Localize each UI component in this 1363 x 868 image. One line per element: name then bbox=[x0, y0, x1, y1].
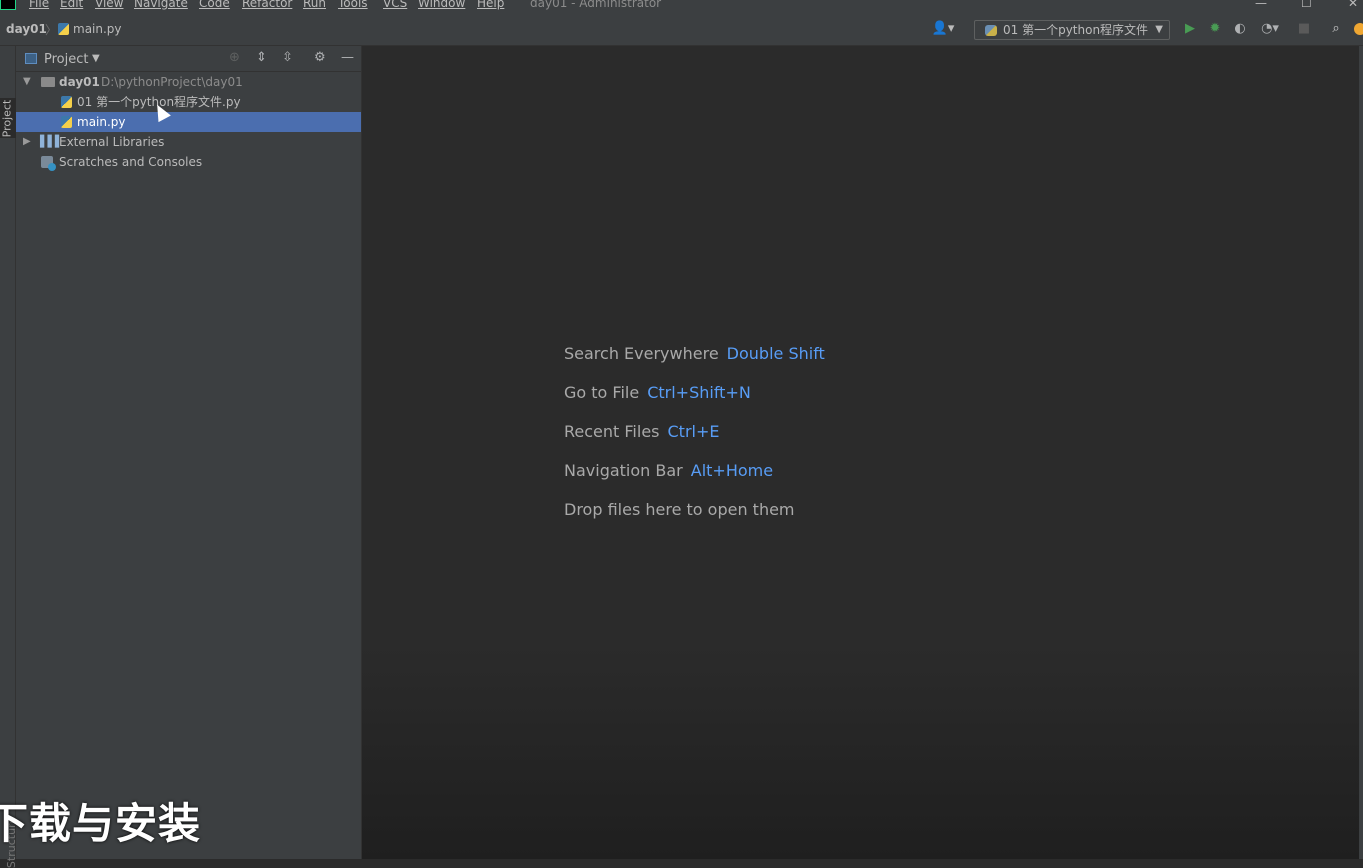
hint-label: Drop files here to open them bbox=[564, 500, 795, 519]
hint-shortcut: Ctrl+E bbox=[667, 422, 720, 441]
hint-label: Recent Files bbox=[564, 422, 660, 441]
scratches-icon bbox=[41, 156, 56, 171]
breadcrumb-separator: 〉 bbox=[45, 23, 58, 37]
hint-label: Search Everywhere bbox=[564, 344, 719, 363]
expand-all-icon[interactable]: ⇕ bbox=[256, 50, 267, 65]
root-folder-path: D:\pythonProject\day01 bbox=[101, 75, 243, 89]
hide-panel-icon[interactable]: — bbox=[341, 50, 354, 65]
video-subtitle: 下载与安装 bbox=[0, 799, 202, 848]
stop-icon[interactable]: ■ bbox=[1296, 19, 1312, 39]
project-tool-tab-label: Project bbox=[0, 99, 14, 138]
menu-refactor[interactable]: Refactor bbox=[242, 0, 292, 11]
collapse-all-icon[interactable]: ⇳ bbox=[282, 50, 293, 65]
left-tool-stripe: Project Structure bbox=[0, 46, 18, 868]
navigation-bar: day01 〉 main.py 👤▾ 01 第一个python程序文件 ▼ ▶ … bbox=[0, 12, 1363, 46]
run-configuration-select[interactable]: 01 第一个python程序文件 ▼ bbox=[974, 20, 1170, 40]
hint-shortcut: Alt+Home bbox=[690, 461, 774, 480]
update-icon[interactable] bbox=[1354, 23, 1363, 35]
gear-icon[interactable]: ⚙ bbox=[314, 50, 326, 65]
library-icon: ▌▌▌ bbox=[40, 135, 63, 148]
editor-area[interactable]: Search Everywhere Double Shift Go to File… bbox=[362, 46, 1363, 859]
python-file-icon bbox=[61, 96, 72, 108]
profile-icon[interactable]: ◔▾ bbox=[1256, 19, 1284, 39]
python-config-icon bbox=[985, 25, 997, 36]
menu-run[interactable]: Run bbox=[303, 0, 326, 11]
breadcrumb-root[interactable]: day01 bbox=[6, 22, 47, 36]
breadcrumb-file-label: main.py bbox=[73, 22, 122, 36]
project-view-selector[interactable]: Project bbox=[44, 52, 88, 67]
hint-go-to-file: Go to File Ctrl+Shift+N bbox=[564, 383, 751, 402]
right-tool-stripe bbox=[1359, 46, 1363, 859]
close-button[interactable]: ✕ bbox=[1348, 0, 1358, 10]
run-icon[interactable]: ▶ bbox=[1182, 19, 1198, 39]
hint-search-everywhere: Search Everywhere Double Shift bbox=[564, 344, 825, 363]
scratches-label: Scratches and Consoles bbox=[59, 155, 203, 169]
hint-recent-files: Recent Files Ctrl+E bbox=[564, 422, 719, 441]
project-panel-header: Project ▼ ⊕ ⇕ ⇳ ⚙ — bbox=[16, 46, 361, 72]
hint-shortcut: Double Shift bbox=[726, 344, 825, 363]
python-file-icon bbox=[58, 23, 69, 35]
pycharm-logo-icon bbox=[0, 0, 16, 10]
maximize-button[interactable]: ☐ bbox=[1301, 0, 1312, 10]
menu-view[interactable]: View bbox=[95, 0, 123, 11]
chevron-down-icon[interactable]: ▼ bbox=[23, 72, 31, 92]
chevron-down-icon: ▼ bbox=[1155, 24, 1163, 35]
project-tool-tab[interactable]: Project bbox=[0, 98, 16, 138]
menu-bar: File Edit View Navigate Code Refactor Ru… bbox=[0, 0, 1363, 12]
menu-navigate[interactable]: Navigate bbox=[134, 0, 188, 11]
minimize-button[interactable]: — bbox=[1255, 0, 1267, 10]
tree-item-root[interactable]: ▼ day01 D:\pythonProject\day01 bbox=[16, 72, 361, 92]
menu-code[interactable]: Code bbox=[199, 0, 230, 11]
chevron-right-icon[interactable]: ▶ bbox=[23, 132, 31, 152]
python-file-icon bbox=[61, 116, 72, 128]
menu-tools[interactable]: Tools bbox=[338, 0, 368, 11]
menu-edit[interactable]: Edit bbox=[60, 0, 83, 11]
hint-shortcut: Ctrl+Shift+N bbox=[647, 383, 751, 402]
tree-item-external-libraries[interactable]: ▶ ▌▌▌ External Libraries bbox=[16, 132, 361, 152]
menu-file[interactable]: File bbox=[29, 0, 49, 11]
project-panel: Project ▼ ⊕ ⇕ ⇳ ⚙ — ▼ day01 D:\pythonPro… bbox=[16, 46, 362, 859]
chevron-down-icon[interactable]: ▼ bbox=[92, 53, 100, 64]
debug-icon[interactable]: ✹ bbox=[1207, 19, 1223, 39]
hint-label: Navigation Bar bbox=[564, 461, 683, 480]
root-folder-name: day01 bbox=[59, 75, 100, 89]
tree-item-scratches[interactable]: Scratches and Consoles bbox=[16, 152, 361, 172]
menu-help[interactable]: Help bbox=[477, 0, 504, 11]
project-view-icon bbox=[25, 53, 37, 64]
external-libraries-label: External Libraries bbox=[59, 135, 165, 149]
breadcrumb-file[interactable]: main.py bbox=[58, 22, 122, 36]
search-icon[interactable]: ⌕ bbox=[1328, 19, 1344, 39]
run-configuration-label: 01 第一个python程序文件 bbox=[1003, 23, 1149, 37]
tree-item-file-selected[interactable]: main.py bbox=[16, 112, 361, 132]
tree-item-file[interactable]: 01 第一个python程序文件.py bbox=[16, 92, 361, 112]
coverage-icon[interactable]: ◐ bbox=[1232, 19, 1248, 39]
menu-vcs[interactable]: VCS bbox=[383, 0, 407, 11]
hint-navigation-bar: Navigation Bar Alt+Home bbox=[564, 461, 773, 480]
hint-label: Go to File bbox=[564, 383, 640, 402]
menu-window[interactable]: Window bbox=[418, 0, 465, 11]
user-icon[interactable]: 👤▾ bbox=[930, 19, 956, 39]
window-title: day01 - Administrator bbox=[530, 0, 662, 10]
hint-drop-files: Drop files here to open them bbox=[564, 500, 795, 519]
locate-icon[interactable]: ⊕ bbox=[229, 50, 240, 65]
file-label: main.py bbox=[77, 115, 126, 129]
folder-icon bbox=[41, 77, 55, 87]
